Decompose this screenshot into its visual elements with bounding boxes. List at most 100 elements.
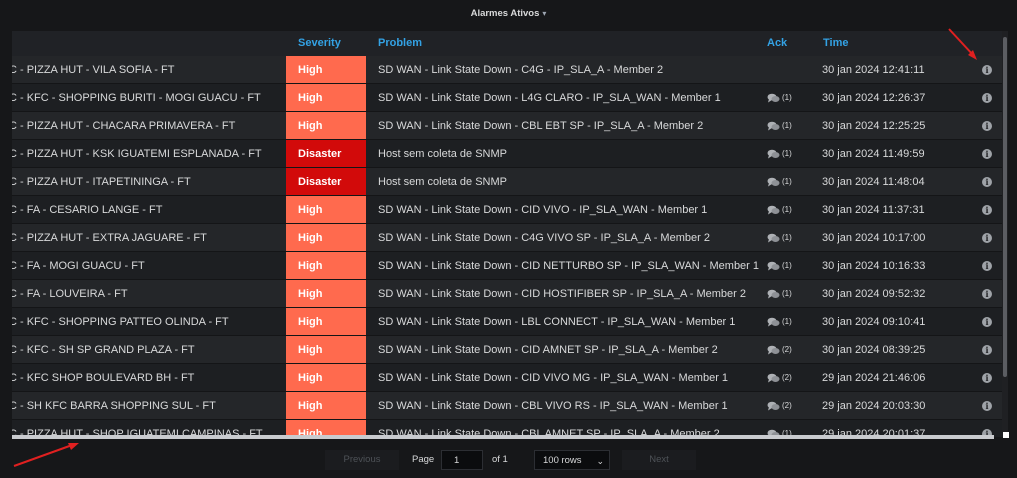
ack-count[interactable]: (1) bbox=[782, 121, 792, 130]
info-icon[interactable]: i bbox=[982, 401, 992, 411]
info-cell: i bbox=[982, 224, 996, 252]
info-icon[interactable]: i bbox=[982, 65, 992, 75]
info-icon[interactable]: i bbox=[982, 149, 992, 159]
info-cell: i bbox=[982, 140, 996, 168]
alarms-panel: Alarmes Ativos ▾ Severity Problem Ack Tim… bbox=[0, 0, 1017, 478]
host-cell: C - PIZZA HUT - KSK IGUATEMI ESPLANADA -… bbox=[12, 148, 262, 160]
info-icon[interactable]: i bbox=[982, 373, 992, 383]
problem-cell: SD WAN - Link State Down - CBL VIVO RS -… bbox=[378, 400, 728, 412]
host-cell: C - PIZZA HUT - ITAPETININGA - FT bbox=[12, 176, 191, 188]
comments-icon[interactable] bbox=[767, 373, 780, 383]
ack-count[interactable]: (2) bbox=[782, 401, 792, 410]
rows-per-page-select[interactable]: 100 rows ⌄ bbox=[534, 450, 610, 470]
info-icon[interactable]: i bbox=[982, 317, 992, 327]
time-cell: 30 jan 2024 12:25:25 bbox=[822, 120, 926, 132]
severity-badge: High bbox=[286, 308, 366, 335]
table-row[interactable]: C - PIZZA HUT - KSK IGUATEMI ESPLANADA -… bbox=[12, 140, 1008, 168]
time-cell: 30 jan 2024 11:37:31 bbox=[822, 204, 925, 216]
vertical-scrollbar[interactable] bbox=[1002, 31, 1008, 437]
ack-count[interactable]: (1) bbox=[782, 289, 792, 298]
info-icon[interactable]: i bbox=[982, 205, 992, 215]
time-cell: 30 jan 2024 10:16:33 bbox=[822, 260, 926, 272]
problem-cell: SD WAN - Link State Down - LBL CONNECT -… bbox=[378, 316, 736, 328]
host-cell: C - KFC - SHOPPING PATTEO OLINDA - FT bbox=[12, 316, 229, 328]
comments-icon[interactable] bbox=[767, 93, 780, 103]
ack-count[interactable]: (1) bbox=[782, 149, 792, 158]
host-cell: C - KFC - SH SP GRAND PLAZA - FT bbox=[12, 344, 195, 356]
info-icon[interactable]: i bbox=[982, 93, 992, 103]
time-cell: 30 jan 2024 10:17:00 bbox=[822, 232, 926, 244]
rows-per-page-value: 100 rows bbox=[543, 455, 582, 466]
problem-cell: SD WAN - Link State Down - C4G - IP_SLA_… bbox=[378, 64, 664, 76]
header-time[interactable]: Time bbox=[823, 31, 848, 56]
problem-cell: SD WAN - Link State Down - CID AMNET SP … bbox=[378, 344, 718, 356]
ack-count[interactable]: (1) bbox=[782, 261, 792, 270]
info-icon[interactable]: i bbox=[982, 121, 992, 131]
panel-title[interactable]: Alarmes Ativos ▾ bbox=[0, 5, 1017, 23]
chevron-down-icon[interactable]: ▾ bbox=[542, 9, 546, 18]
info-icon[interactable]: i bbox=[982, 345, 992, 355]
table-row[interactable]: C - PIZZA HUT - VILA SOFIA - FT High SD WA… bbox=[12, 56, 1008, 84]
ack-count[interactable]: (2) bbox=[782, 345, 792, 354]
comments-icon[interactable] bbox=[767, 401, 780, 411]
problem-cell: SD WAN - Link State Down - CID NETTURBO … bbox=[378, 260, 760, 272]
table-row[interactable]: C - SH KFC BARRA SHOPPING SUL - FT High SD… bbox=[12, 392, 1008, 420]
page-input[interactable]: 1 bbox=[441, 450, 483, 470]
info-icon[interactable]: i bbox=[982, 261, 992, 271]
info-icon[interactable]: i bbox=[982, 233, 992, 243]
ack-count[interactable]: (1) bbox=[782, 177, 792, 186]
ack-count[interactable]: (1) bbox=[782, 93, 792, 102]
next-button[interactable]: Next bbox=[622, 450, 696, 470]
ack-count[interactable]: (1) bbox=[782, 233, 792, 242]
ack-cell: (1) bbox=[767, 84, 817, 112]
ack-count[interactable]: (1) bbox=[782, 205, 792, 214]
host-cell: C - PIZZA HUT - EXTRA JAGUARE - FT bbox=[12, 232, 207, 244]
ack-count[interactable]: (1) bbox=[782, 317, 792, 326]
panel-title-text[interactable]: Alarmes Ativos bbox=[471, 8, 540, 19]
table-row[interactable]: C - PIZZA HUT - CHACARA PRIMAVERA - FT Hi… bbox=[12, 112, 1008, 140]
table-row[interactable]: C - FA - MOGI GUACU - FT High SD WAN - Lin… bbox=[12, 252, 1008, 280]
info-icon[interactable]: i bbox=[982, 289, 992, 299]
problem-cell: SD WAN - Link State Down - CBL EBT SP - … bbox=[378, 120, 704, 132]
comments-icon[interactable] bbox=[767, 177, 780, 187]
severity-badge: High bbox=[286, 196, 366, 223]
table-header: Severity Problem Ack Time bbox=[12, 31, 1008, 56]
problem-cell: SD WAN - Link State Down - CID HOSTIFIBE… bbox=[378, 288, 746, 300]
host-cell: C - FA - CESARIO LANGE - FT bbox=[12, 204, 163, 216]
info-icon[interactable]: i bbox=[982, 177, 992, 187]
comments-icon[interactable] bbox=[767, 289, 780, 299]
header-ack[interactable]: Ack bbox=[767, 31, 787, 56]
header-severity[interactable]: Severity bbox=[298, 31, 341, 56]
table-row[interactable]: C - KFC - SH SP GRAND PLAZA - FT High SD W… bbox=[12, 336, 1008, 364]
host-cell: C - KFC SHOP BOULEVARD BH - FT bbox=[12, 372, 195, 384]
table-row[interactable]: C - KFC SHOP BOULEVARD BH - FT High SD WAN… bbox=[12, 364, 1008, 392]
time-cell: 30 jan 2024 11:48:04 bbox=[822, 176, 925, 188]
ack-count[interactable]: (2) bbox=[782, 373, 792, 382]
previous-button[interactable]: Previous bbox=[325, 450, 399, 470]
comments-icon[interactable] bbox=[767, 317, 780, 327]
info-cell: i bbox=[982, 84, 996, 112]
comments-icon[interactable] bbox=[767, 121, 780, 131]
table-row[interactable]: C - PIZZA HUT - EXTRA JAGUARE - FT High SD… bbox=[12, 224, 1008, 252]
table-row[interactable]: C - PIZZA HUT - ITAPETININGA - FT Disaste… bbox=[12, 168, 1008, 196]
table-row[interactable]: C - KFC - SHOPPING PATTEO OLINDA - FT Hig… bbox=[12, 308, 1008, 336]
header-problem[interactable]: Problem bbox=[378, 31, 422, 56]
alarms-table: Severity Problem Ack Time C - PIZZA HUT … bbox=[12, 31, 1008, 437]
problem-cell: SD WAN - Link State Down - L4G CLARO - I… bbox=[378, 92, 721, 104]
comments-icon[interactable] bbox=[767, 205, 780, 215]
problem-cell: SD WAN - Link State Down - C4G VIVO SP -… bbox=[378, 232, 710, 244]
table-row[interactable]: C - FA - LOUVEIRA - FT High SD WAN - Link … bbox=[12, 280, 1008, 308]
ack-cell: (1) bbox=[767, 308, 817, 336]
comments-icon[interactable] bbox=[767, 261, 780, 271]
ack-cell: (1) bbox=[767, 140, 817, 168]
info-cell: i bbox=[982, 112, 996, 140]
comments-icon[interactable] bbox=[767, 149, 780, 159]
severity-badge: High bbox=[286, 84, 366, 111]
vertical-scrollbar-thumb[interactable] bbox=[1003, 37, 1007, 377]
comments-icon[interactable] bbox=[767, 233, 780, 243]
table-row[interactable]: C - FA - CESARIO LANGE - FT High SD WAN - … bbox=[12, 196, 1008, 224]
table-row[interactable]: C - KFC - SHOPPING BURITI - MOGI GUACU -… bbox=[12, 84, 1008, 112]
problem-cell: Host sem coleta de SNMP bbox=[378, 148, 507, 160]
comments-icon[interactable] bbox=[767, 345, 780, 355]
horizontal-scrollbar[interactable] bbox=[12, 435, 994, 439]
